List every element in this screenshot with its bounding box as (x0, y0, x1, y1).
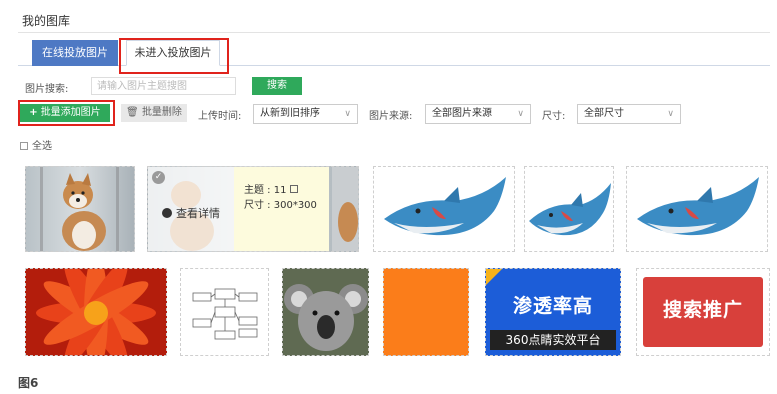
search-input[interactable] (91, 77, 236, 95)
image-tile[interactable] (25, 268, 167, 356)
image-tile[interactable]: 渗透率高 360点睛实效平台 (485, 268, 621, 356)
image-tile-hovered[interactable]: ✓ 查看详情 主题 : 11 尺寸 : 300*300 (147, 166, 359, 252)
tab-pending-images[interactable]: 未进入投放图片 (126, 40, 220, 66)
ad-text: 搜索推广 (662, 299, 743, 321)
image-size: 尺寸 : 300*300 (244, 200, 317, 211)
search-button[interactable]: 搜索 (252, 77, 302, 95)
view-detail-link[interactable]: 查看详情 (162, 205, 220, 221)
title-divider (18, 32, 770, 33)
batch-add-label: 批量添加图片 (40, 107, 101, 118)
trash-icon: 🗑 (126, 107, 139, 118)
dog-image (62, 173, 106, 251)
image-info-panel: 主题 : 11 尺寸 : 300*300 (234, 167, 329, 251)
image-tile[interactable] (180, 268, 269, 356)
diagram-image (192, 288, 258, 340)
tab-online-images[interactable]: 在线投放图片 (32, 40, 118, 66)
image-subject: 主题 : 11 (244, 185, 287, 196)
source-select[interactable]: 全部图片来源 ∨ (425, 104, 531, 124)
image-tile[interactable] (373, 166, 515, 252)
search-label: 图片搜索: (25, 84, 69, 95)
page-title: 我的图库 (22, 14, 71, 28)
plus-icon: + (29, 107, 38, 118)
check-icon[interactable]: ✓ (152, 171, 165, 184)
image-tile[interactable] (626, 166, 768, 252)
shark-image (384, 177, 506, 236)
image-tile[interactable] (383, 268, 469, 356)
chevron-down-icon: ∨ (517, 109, 524, 119)
batch-add-button[interactable]: + 批量添加图片 (20, 104, 110, 122)
chevron-down-icon: ∨ (344, 109, 351, 119)
flower-image (36, 269, 156, 355)
image-tile[interactable] (282, 268, 369, 356)
source-label: 图片来源: (369, 111, 413, 122)
tab-bar: 在线投放图片 未进入投放图片 (18, 40, 770, 66)
corner-decoration (486, 269, 502, 285)
view-detail-label: 查看详情 (176, 207, 220, 220)
ad-subline: 360点睛实效平台 (490, 330, 616, 350)
checkbox-icon (20, 142, 28, 150)
figure-caption: 图6 (18, 376, 39, 390)
image-tile[interactable] (524, 166, 614, 252)
size-label: 尺寸: (542, 111, 566, 122)
batch-delete-button[interactable]: 🗑 批量删除 (121, 104, 187, 122)
select-all-label: 全选 (32, 141, 52, 152)
koala-image (284, 284, 368, 351)
image-tile[interactable]: 搜索推广 (636, 268, 770, 356)
toolbar: + 批量添加图片 🗑 批量删除 上传时间: 从新到旧排序 ∨ 图片来源: 全部图片来… (20, 104, 770, 124)
shark-image (529, 183, 611, 236)
source-value: 全部图片来源 (432, 108, 492, 119)
select-all-checkbox[interactable]: 全选 (20, 137, 52, 152)
size-select[interactable]: 全部尺寸 ∨ (577, 104, 681, 124)
shark-image (637, 177, 759, 236)
upload-time-label: 上传时间: (198, 111, 242, 122)
size-value: 全部尺寸 (584, 108, 624, 119)
chevron-down-icon: ∨ (667, 109, 674, 119)
ad-headline: 渗透率高 (512, 295, 593, 317)
upload-time-value: 从新到旧排序 (260, 108, 320, 119)
eye-icon (162, 208, 172, 218)
image-tile[interactable] (25, 166, 135, 252)
upload-time-select[interactable]: 从新到旧排序 ∨ (253, 104, 358, 124)
batch-delete-label: 批量删除 (141, 107, 182, 118)
edit-icon[interactable] (290, 185, 299, 193)
